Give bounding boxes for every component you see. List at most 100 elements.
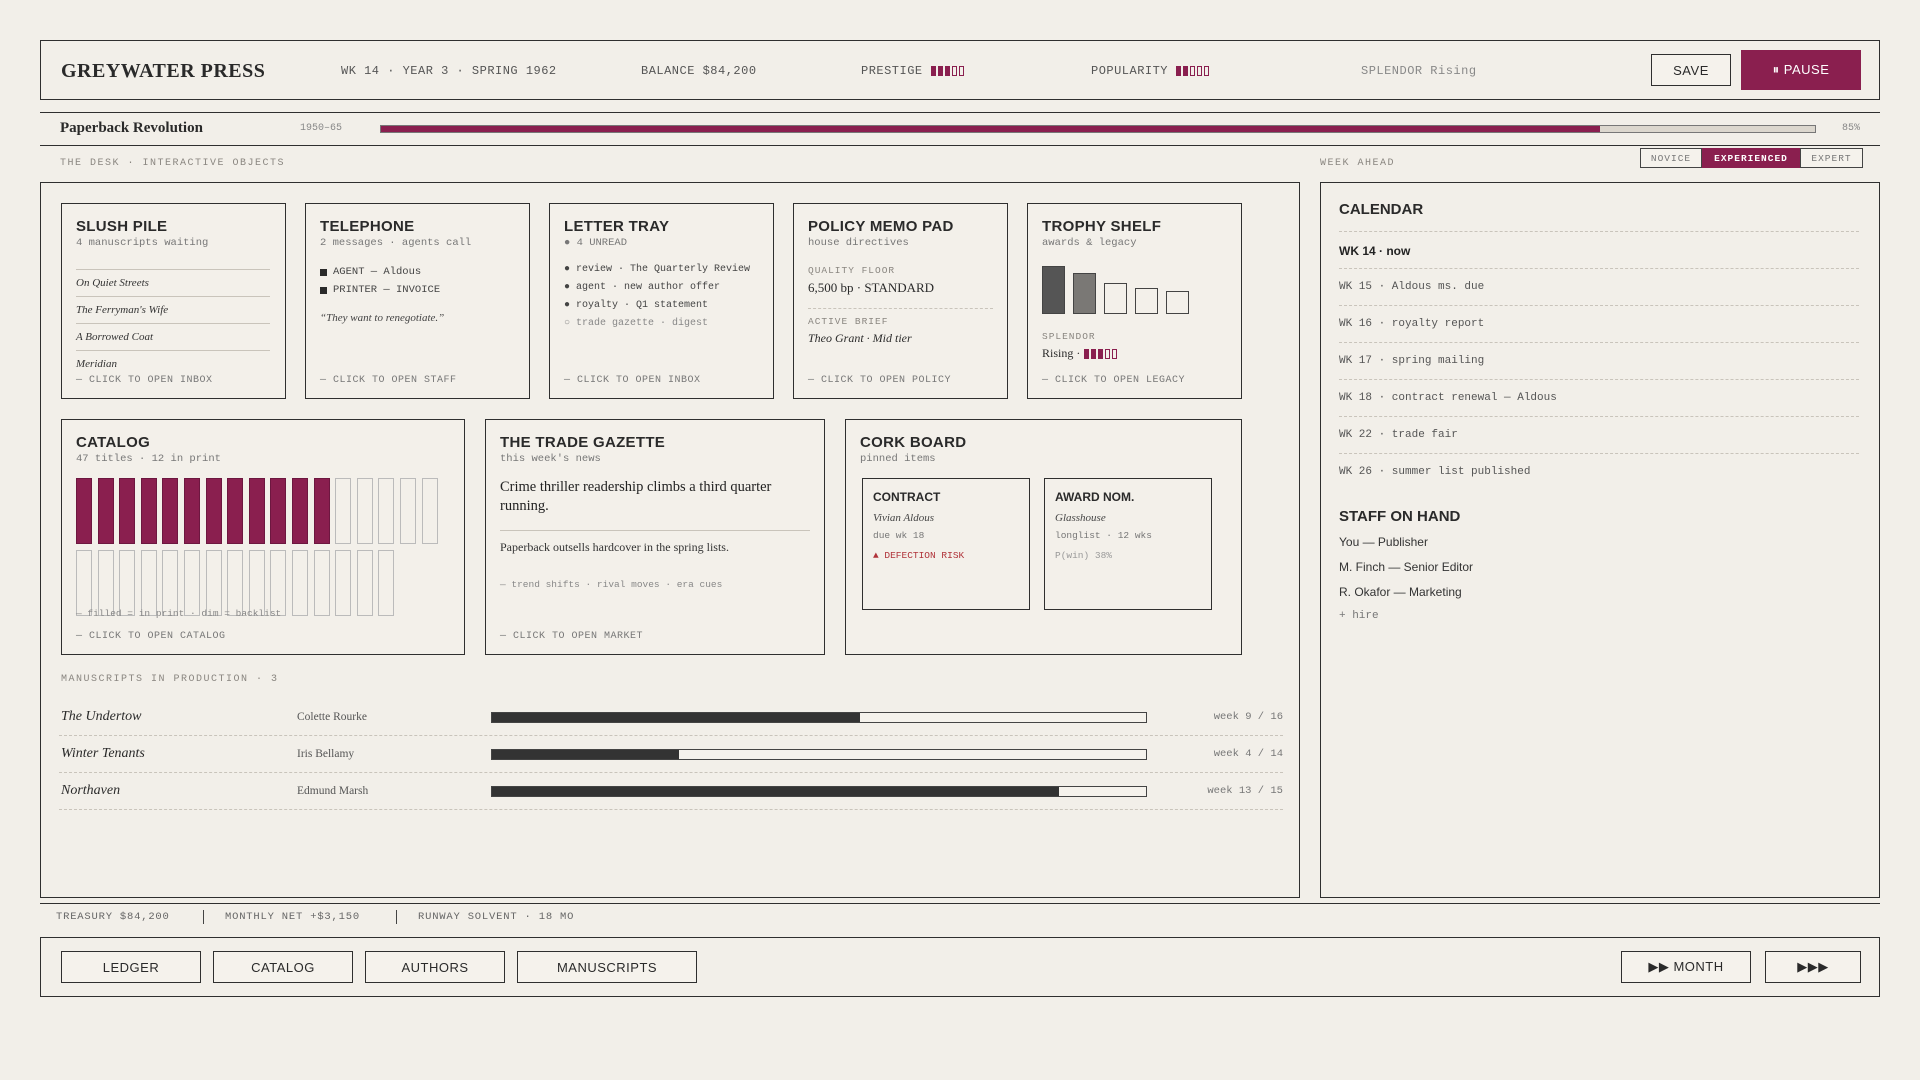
catalog-title-in-print[interactable] bbox=[97, 478, 114, 544]
telephone-message[interactable]: PRINTER — INVOICE bbox=[320, 284, 440, 296]
slush-pile-title: SLUSH PILE bbox=[76, 218, 168, 235]
difficulty-expert[interactable]: EXPERT bbox=[1800, 148, 1863, 168]
trophy-shelf-card[interactable]: TROPHY SHELF awards & legacy SPLENDOR Ri… bbox=[1027, 203, 1242, 399]
letter-item[interactable]: ● royalty · Q1 statement bbox=[564, 300, 708, 311]
catalog-card[interactable]: CATALOG 47 titles · 12 in print — filled… bbox=[61, 419, 465, 655]
advance-month-button[interactable]: ▶▶ MONTH bbox=[1621, 951, 1751, 983]
catalog-title-in-print[interactable] bbox=[227, 478, 244, 544]
catalog-title-backlist[interactable] bbox=[205, 550, 222, 616]
telephone-subtitle: 2 messages · agents call bbox=[320, 237, 472, 249]
catalog-title-backlist[interactable] bbox=[184, 550, 200, 616]
calendar-entry[interactable]: WK 22 · trade fair bbox=[1339, 416, 1859, 453]
calendar-title: CALENDAR bbox=[1339, 201, 1424, 218]
hire-link[interactable]: + hire bbox=[1339, 610, 1379, 622]
letter-tray-cta[interactable]: — CLICK TO OPEN INBOX bbox=[564, 375, 701, 386]
catalog-button[interactable]: CATALOG bbox=[213, 951, 353, 983]
slush-item[interactable]: Meridian bbox=[76, 350, 270, 370]
telephone-title: TELEPHONE bbox=[320, 218, 415, 235]
calendar-entry[interactable]: WK 17 · spring mailing bbox=[1339, 342, 1859, 379]
popularity-label: POPULARITY bbox=[1091, 64, 1169, 78]
catalog-title-backlist[interactable] bbox=[248, 550, 265, 616]
production-row[interactable]: Northaven Edmund Marsh week 13 / 15 bbox=[59, 773, 1283, 810]
calendar-entry[interactable]: WK 14 · now bbox=[1339, 231, 1859, 268]
production-row[interactable]: The Undertow Colette Rourke week 9 / 16 bbox=[59, 699, 1283, 736]
contract-pin[interactable]: CONTRACT Vivian Aldous due wk 18 ▲ DEFEC… bbox=[862, 478, 1030, 610]
prestige-pips bbox=[930, 66, 964, 76]
catalog-title-backlist[interactable] bbox=[76, 550, 92, 616]
catalog-title-backlist[interactable] bbox=[140, 550, 157, 616]
catalog-title-backlist[interactable] bbox=[162, 550, 179, 616]
catalog-title-backlist[interactable] bbox=[335, 478, 352, 544]
slush-pile-cta[interactable]: — CLICK TO OPEN INBOX bbox=[76, 375, 213, 386]
catalog-title-backlist[interactable] bbox=[356, 478, 373, 544]
manuscript-title: Northaven bbox=[61, 783, 121, 798]
letter-tray-card[interactable]: LETTER TRAY ● 4 UNREAD ● review · The Qu… bbox=[549, 203, 774, 399]
gazette-cta[interactable]: — CLICK TO OPEN MARKET bbox=[500, 631, 643, 642]
catalog-title-backlist[interactable] bbox=[292, 550, 308, 616]
era-percent: 85% bbox=[1841, 123, 1860, 134]
telephone-message[interactable]: AGENT — Aldous bbox=[320, 266, 421, 278]
calendar-entry[interactable]: WK 18 · contract renewal — Aldous bbox=[1339, 379, 1859, 416]
stat-divider bbox=[396, 910, 397, 924]
catalog-cta[interactable]: — CLICK TO OPEN CATALOG bbox=[76, 631, 226, 642]
save-button[interactable]: SAVE bbox=[1651, 54, 1731, 86]
catalog-title-backlist[interactable] bbox=[270, 550, 287, 616]
policy-memo-card[interactable]: POLICY MEMO PAD house directives QUALITY… bbox=[793, 203, 1008, 399]
policy-memo-title: POLICY MEMO PAD bbox=[808, 218, 954, 235]
catalog-title-backlist[interactable] bbox=[335, 550, 352, 616]
telephone-cta[interactable]: — CLICK TO OPEN STAFF bbox=[320, 375, 457, 386]
calendar-entry[interactable]: WK 15 · Aldous ms. due bbox=[1339, 268, 1859, 305]
era-years: 1950–65 bbox=[300, 123, 343, 134]
catalog-title-backlist[interactable] bbox=[356, 550, 373, 616]
catalog-title-in-print[interactable] bbox=[184, 478, 200, 544]
catalog-title-in-print[interactable] bbox=[140, 478, 157, 544]
catalog-title-backlist[interactable] bbox=[378, 550, 395, 616]
meter-pip bbox=[937, 66, 943, 76]
trophy-splendor-pips bbox=[1084, 348, 1118, 359]
catalog-title-backlist[interactable] bbox=[378, 478, 395, 544]
letter-item[interactable]: ○ trade gazette · digest bbox=[564, 318, 708, 329]
catalog-title-in-print[interactable] bbox=[162, 478, 179, 544]
catalog-title-in-print[interactable] bbox=[270, 478, 287, 544]
calendar-entry[interactable]: WK 16 · royalty report bbox=[1339, 305, 1859, 342]
ledger-button[interactable]: LEDGER bbox=[61, 951, 201, 983]
calendar-entry[interactable]: WK 26 · summer list published bbox=[1339, 453, 1859, 490]
telephone-card[interactable]: TELEPHONE 2 messages · agents call AGENT… bbox=[305, 203, 530, 399]
cork-board-card[interactable]: CORK BOARD pinned items CONTRACT Vivian … bbox=[845, 419, 1242, 655]
catalog-title-in-print[interactable] bbox=[205, 478, 222, 544]
production-row[interactable]: Winter Tenants Iris Bellamy week 4 / 14 bbox=[59, 736, 1283, 773]
staff-member[interactable]: M. Finch — Senior Editor bbox=[1339, 560, 1473, 574]
letter-item[interactable]: ● review · The Quarterly Review bbox=[564, 264, 750, 275]
catalog-title-in-print[interactable] bbox=[292, 478, 308, 544]
pause-button[interactable]: ⏸ PAUSE bbox=[1741, 50, 1861, 90]
slush-pile-card[interactable]: SLUSH PILE 4 manuscripts waiting On Quie… bbox=[61, 203, 286, 399]
catalog-title-in-print[interactable] bbox=[76, 478, 92, 544]
fast-forward-button[interactable]: ▶▶▶ bbox=[1765, 951, 1861, 983]
difficulty-novice[interactable]: NOVICE bbox=[1640, 148, 1702, 168]
slush-item[interactable]: The Ferryman's Wife bbox=[76, 296, 270, 316]
award-pin[interactable]: AWARD NOM. Glasshouse longlist · 12 wks … bbox=[1044, 478, 1212, 610]
catalog-title-backlist[interactable] bbox=[313, 550, 330, 616]
meter-pip bbox=[1183, 66, 1189, 76]
slush-item[interactable]: On Quiet Streets bbox=[76, 269, 270, 289]
authors-button[interactable]: AUTHORS bbox=[365, 951, 505, 983]
trade-gazette-card[interactable]: THE TRADE GAZETTE this week's news Crime… bbox=[485, 419, 825, 655]
difficulty-experienced[interactable]: EXPERIENCED bbox=[1702, 148, 1800, 168]
staff-member[interactable]: You — Publisher bbox=[1339, 535, 1428, 549]
catalog-title-in-print[interactable] bbox=[313, 478, 330, 544]
catalog-title-in-print[interactable] bbox=[248, 478, 265, 544]
slush-item[interactable]: A Borrowed Coat bbox=[76, 323, 270, 343]
catalog-title-backlist[interactable] bbox=[97, 550, 114, 616]
trophy-shelf-cta[interactable]: — CLICK TO OPEN LEGACY bbox=[1042, 375, 1185, 386]
catalog-title-backlist[interactable] bbox=[421, 478, 438, 544]
era-progress: Paperback Revolution 1950–65 85% bbox=[40, 112, 1880, 146]
catalog-title-backlist[interactable] bbox=[400, 478, 416, 544]
catalog-title-backlist[interactable] bbox=[227, 550, 244, 616]
letter-item[interactable]: ● agent · new author offer bbox=[564, 282, 720, 293]
manuscript-author: Iris Bellamy bbox=[297, 748, 355, 760]
catalog-title-in-print[interactable] bbox=[119, 478, 136, 544]
manuscripts-button[interactable]: MANUSCRIPTS bbox=[517, 951, 697, 983]
catalog-title-backlist[interactable] bbox=[119, 550, 136, 616]
staff-member[interactable]: R. Okafor — Marketing bbox=[1339, 585, 1462, 599]
policy-memo-cta[interactable]: — CLICK TO OPEN POLICY bbox=[808, 375, 951, 386]
